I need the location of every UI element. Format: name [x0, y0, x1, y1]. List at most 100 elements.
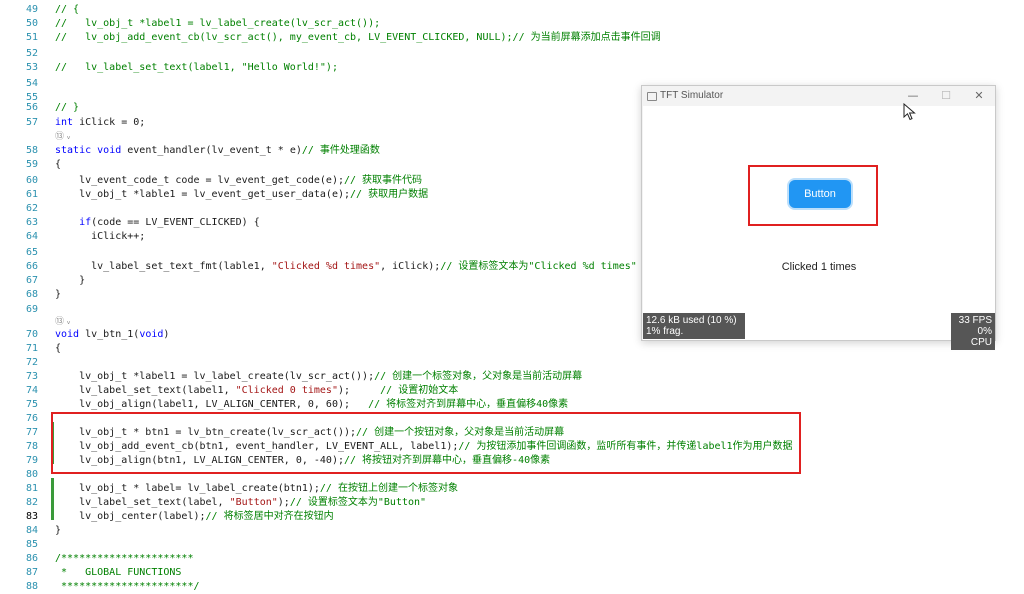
code-text: } [55, 524, 61, 538]
code-token: // } [55, 102, 80, 113]
code-token: void [97, 145, 122, 156]
cpu-readout: 0% CPU [970, 326, 992, 348]
line-number: 50 [25, 18, 38, 29]
code-line[interactable]: 73 lv_obj_t *label1 = lv_label_create(lv… [0, 370, 1024, 384]
line-number: 57 [25, 117, 38, 128]
code-line[interactable]: 72 [0, 356, 1024, 370]
mouse-pointer-icon [903, 103, 916, 121]
code-text: **********************/ [55, 580, 200, 594]
line-number: 73 [25, 371, 38, 382]
line-number: 87 [25, 567, 38, 578]
line-number: 52 [25, 48, 38, 59]
code-line[interactable]: 53 // lv_label_set_text(label1, "Hello Wo… [0, 61, 1024, 75]
code-token: lv_obj_align(label1, LV_ALIGN_CENTER, 0,… [55, 399, 369, 410]
code-line[interactable]: 50 // lv_obj_t *label1 = lv_label_create(… [0, 17, 1024, 31]
window-titlebar[interactable]: TFT Simulator — ☐ ✕ [642, 86, 995, 106]
close-button[interactable]: ✕ [964, 88, 994, 104]
codelens-hint-text[interactable]: ⑬ ᵥ [55, 130, 71, 144]
code-token: } [55, 289, 62, 300]
code-line[interactable]: 85 [0, 538, 1024, 552]
code-token: lv_obj_t *label1 = lv_label_create(lv_sc… [55, 371, 375, 382]
line-number: 54 [25, 78, 38, 89]
line-number: 83 [25, 511, 38, 522]
tft-simulator-window[interactable]: TFT Simulator — ☐ ✕ Button Clicked 1 tim… [641, 85, 996, 350]
code-line[interactable]: 51 // lv_obj_add_event_cb(lv_scr_act(), m… [0, 31, 1024, 45]
code-line[interactable]: 49 // { [0, 3, 1024, 17]
code-token: "Button" [229, 497, 278, 508]
code-line[interactable]: 75 lv_obj_align(label1, LV_ALIGN_CENTER,… [0, 398, 1024, 412]
line-number: 62 [25, 203, 38, 214]
line-number: 79 [25, 455, 38, 466]
code-token: , iClick); [380, 261, 441, 272]
line-number: 81 [25, 483, 38, 494]
code-token: ); [337, 385, 381, 396]
code-token: // lv_obj_add_event_cb(lv_scr_act(), my_… [55, 32, 661, 43]
code-line[interactable]: 81 lv_obj_t * label= lv_label_create(btn… [0, 482, 1024, 496]
simulator-screen[interactable]: Button Clicked 1 times 12.6 kB used (10 … [643, 106, 995, 350]
code-line[interactable]: 71 { [0, 342, 1024, 356]
maximize-button[interactable]: ☐ [931, 88, 961, 104]
line-number: 76 [25, 413, 38, 424]
line-number: 88 [25, 581, 38, 592]
line-number: 68 [25, 289, 38, 300]
code-text: // lv_obj_add_event_cb(lv_scr_act(), my_… [55, 31, 661, 45]
code-token: **********************/ [55, 581, 200, 592]
code-token: lv_obj_t * label= lv_label_create(btn1); [55, 483, 320, 494]
line-number: 80 [25, 469, 38, 480]
code-token: lv_label_set_text(label1, [55, 385, 236, 396]
code-text: iClick++; [55, 230, 145, 244]
code-token: void [55, 329, 80, 340]
memory-frag: 1% frag. [646, 326, 684, 337]
line-number: 74 [25, 385, 38, 396]
line-number: 56 [25, 102, 38, 113]
code-line[interactable]: 88 **********************/ [0, 580, 1024, 594]
code-line[interactable]: 82 lv_label_set_text(label, "Button");//… [0, 496, 1024, 510]
code-text: static void event_handler(lv_event_t * e… [55, 144, 380, 158]
change-marker [51, 478, 54, 520]
code-token: event_handler(lv_event_t * e) [121, 145, 302, 156]
code-line[interactable]: 74 lv_label_set_text(label1, "Clicked 0 … [0, 384, 1024, 398]
code-text: lv_obj_t * label= lv_label_create(btn1);… [55, 482, 458, 496]
code-token: * GLOBAL FUNCTIONS [55, 567, 182, 578]
code-token: lv_event_code_t code = lv_event_get_code… [55, 175, 344, 186]
code-line[interactable]: 52 [0, 47, 1024, 61]
code-line[interactable]: 83 lv_obj_center(label);// 将标签居中对齐在按钮内 [0, 510, 1024, 524]
line-number: 49 [25, 4, 38, 15]
memory-used: 12.6 kB used (10 %) [646, 315, 737, 326]
line-number: 67 [25, 275, 38, 286]
code-text: } [55, 288, 61, 302]
line-number: 64 [25, 231, 38, 242]
code-text: // lv_obj_t *label1 = lv_label_create(lv… [55, 17, 380, 31]
code-token: // 设置初始文本 [380, 385, 459, 396]
code-token: if [79, 217, 92, 228]
code-text: void lv_btn_1(void) [55, 328, 169, 342]
code-text: // lv_label_set_text(label1, "Hello Worl… [55, 61, 338, 75]
line-number: 58 [25, 145, 38, 156]
code-text: int iClick = 0; [55, 116, 145, 130]
line-number: 75 [25, 399, 38, 410]
code-token: lv_obj_center(label); [55, 511, 206, 522]
line-number: 53 [25, 62, 38, 73]
code-text: lv_label_set_text(label, "Button");// 设置… [55, 496, 426, 510]
code-token: { [55, 343, 62, 354]
code-text: lv_label_set_text_fmt(lable1, "Clicked %… [55, 260, 637, 274]
code-token: iClick++; [55, 231, 146, 242]
code-text: lv_obj_t *lable1 = lv_event_get_user_dat… [55, 188, 428, 202]
minimize-button[interactable]: — [898, 88, 928, 104]
line-number: 85 [25, 539, 38, 550]
line-number: 59 [25, 159, 38, 170]
code-line[interactable]: 87 * GLOBAL FUNCTIONS [0, 566, 1024, 580]
code-line[interactable]: 84} [0, 524, 1024, 538]
codelens-hint-text[interactable]: ⑬ ᵥ [55, 315, 71, 329]
code-token: // 获取事件代码 [343, 175, 423, 186]
line-number: 78 [25, 441, 38, 452]
line-number: 66 [25, 261, 38, 272]
code-token: // { [55, 4, 80, 15]
code-text: lv_label_set_text(label1, "Clicked 0 tim… [55, 384, 458, 398]
line-number: 71 [25, 343, 38, 354]
code-token: /********************** [55, 553, 194, 564]
code-line[interactable]: 86 /********************** [0, 552, 1024, 566]
code-text: { [55, 342, 61, 356]
code-text: // } [55, 101, 79, 115]
line-number: 61 [25, 189, 38, 200]
